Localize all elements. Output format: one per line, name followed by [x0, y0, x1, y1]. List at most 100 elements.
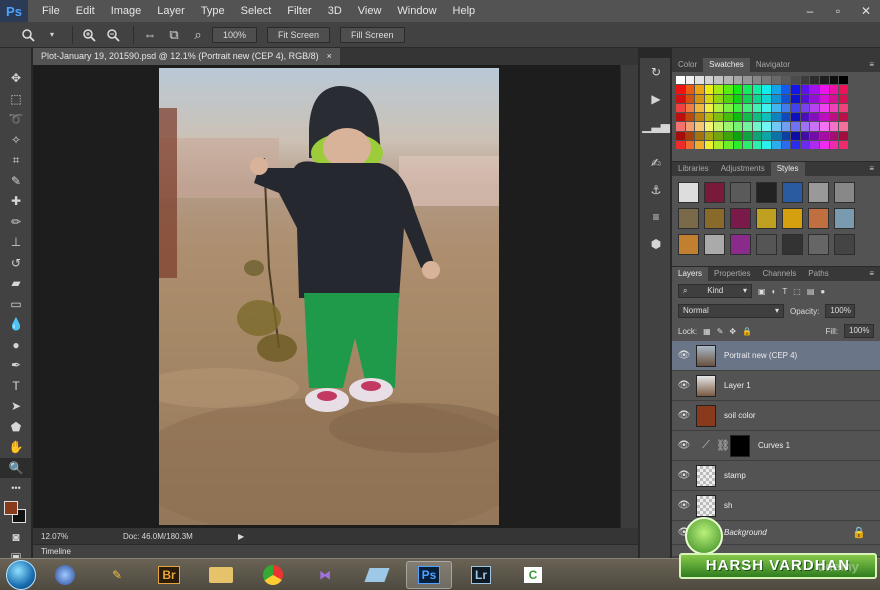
menu-layer[interactable]: Layer — [149, 0, 193, 22]
menu-file[interactable]: File — [34, 0, 68, 22]
more-tools-icon[interactable]: ••• — [0, 478, 32, 499]
style-preset[interactable] — [704, 234, 725, 255]
swatch[interactable] — [676, 131, 685, 141]
eraser-tool-icon[interactable]: ▰ — [0, 273, 32, 294]
swatch[interactable] — [685, 103, 695, 113]
swatch[interactable] — [839, 141, 848, 150]
swatch[interactable] — [800, 141, 810, 150]
visibility-eye-icon[interactable]: 👁 — [672, 410, 696, 421]
document-photo[interactable] — [159, 68, 499, 525]
swatch[interactable] — [714, 85, 723, 94]
paragraph-styles-icon[interactable]: ≡ — [640, 203, 672, 230]
swatch[interactable] — [800, 131, 810, 141]
tab-properties[interactable]: Properties — [708, 267, 756, 281]
clone-source-icon[interactable]: ⚓ — [640, 176, 672, 203]
swatch[interactable] — [752, 113, 762, 122]
bridge-app-icon[interactable]: Br — [146, 561, 192, 589]
swatch[interactable] — [771, 76, 781, 85]
lock-image-icon[interactable]: ✎ — [717, 327, 724, 336]
filter-type-icon[interactable]: T — [782, 287, 787, 296]
swatch[interactable] — [762, 76, 771, 85]
type-tool-icon[interactable]: T — [0, 376, 32, 397]
swatch[interactable] — [829, 113, 839, 122]
swatch[interactable] — [810, 94, 819, 103]
swatch[interactable] — [733, 94, 743, 103]
swatch[interactable] — [800, 122, 810, 131]
swatch[interactable] — [781, 131, 791, 141]
swatch[interactable] — [714, 94, 723, 103]
swatch[interactable] — [791, 113, 800, 122]
style-preset[interactable] — [808, 208, 829, 229]
zoom-tool-icon[interactable] — [18, 25, 38, 45]
swatch[interactable] — [791, 141, 800, 150]
style-preset[interactable] — [756, 182, 777, 203]
swatch[interactable] — [771, 141, 781, 150]
filter-toggle-icon[interactable]: ● — [820, 287, 825, 296]
zoom-all-windows-icon[interactable]: ⧉ — [164, 25, 184, 45]
blur-tool-icon[interactable]: 💧 — [0, 314, 32, 335]
swatch[interactable] — [819, 131, 829, 141]
swatch[interactable] — [781, 76, 791, 85]
swatch[interactable] — [695, 122, 704, 131]
swatch[interactable] — [714, 141, 723, 150]
hand-tool-icon[interactable]: ✋ — [0, 437, 32, 458]
tab-channels[interactable]: Channels — [756, 267, 802, 281]
swatch[interactable] — [685, 113, 695, 122]
quick-select-tool-icon[interactable]: ✧ — [0, 130, 32, 151]
swatch[interactable] — [791, 131, 800, 141]
swatch[interactable] — [714, 76, 723, 85]
swatch[interactable] — [762, 85, 771, 94]
swatch[interactable] — [819, 76, 829, 85]
swatch[interactable] — [839, 103, 848, 113]
blend-mode-select[interactable]: Normal ▾ — [678, 304, 784, 318]
style-preset[interactable] — [808, 234, 829, 255]
tab-color[interactable]: Color — [672, 58, 703, 72]
move-tool-icon[interactable]: ✥ — [0, 68, 32, 89]
swatch[interactable] — [829, 122, 839, 131]
menu-edit[interactable]: Edit — [68, 0, 103, 22]
fill-field[interactable]: 100% — [844, 324, 874, 338]
swatch[interactable] — [762, 113, 771, 122]
swatch[interactable] — [704, 122, 714, 131]
maximize-button[interactable]: ▫ — [824, 0, 852, 22]
foreground-color[interactable] — [4, 500, 18, 515]
menu-type[interactable]: Type — [193, 0, 233, 22]
path-selection-tool-icon[interactable]: ➤ — [0, 396, 32, 417]
3d-panel-icon[interactable]: ⬢ — [640, 230, 672, 257]
swatch[interactable] — [723, 94, 733, 103]
layer-row[interactable]: 👁 soil color — [672, 401, 880, 431]
swatch[interactable] — [676, 113, 685, 122]
eyedropper-tool-icon[interactable]: ✎ — [0, 171, 32, 192]
canvas-area[interactable] — [33, 65, 620, 528]
swatch[interactable] — [733, 122, 743, 131]
swatch[interactable] — [723, 76, 733, 85]
layer-row[interactable]: 👁 ⟋ ⛓ Curves 1 — [672, 431, 880, 461]
swatch[interactable] — [810, 131, 819, 141]
swatch[interactable] — [810, 122, 819, 131]
swatch[interactable] — [829, 131, 839, 141]
swatch[interactable] — [714, 131, 723, 141]
swatch[interactable] — [704, 113, 714, 122]
zoom-out-icon[interactable] — [103, 25, 123, 45]
zoom-in-icon[interactable] — [79, 25, 99, 45]
swatch[interactable] — [752, 122, 762, 131]
layer-kind-filter[interactable]: ⌕ Kind ▾ — [678, 284, 752, 298]
swatch[interactable] — [752, 85, 762, 94]
swatch[interactable] — [685, 131, 695, 141]
swatch[interactable] — [781, 85, 791, 94]
swatch[interactable] — [839, 122, 848, 131]
swatch[interactable] — [791, 76, 800, 85]
swatch[interactable] — [819, 113, 829, 122]
swatch[interactable] — [743, 94, 752, 103]
fit-screen-button[interactable]: Fit Screen — [267, 26, 331, 43]
swatch[interactable] — [771, 131, 781, 141]
menu-view[interactable]: View — [350, 0, 390, 22]
shape-tool-icon[interactable]: ⬟ — [0, 417, 32, 438]
style-preset[interactable] — [756, 208, 777, 229]
menu-help[interactable]: Help — [445, 0, 484, 22]
visibility-eye-icon[interactable]: 👁 — [672, 470, 696, 481]
swatch[interactable] — [695, 94, 704, 103]
swatch[interactable] — [676, 122, 685, 131]
visibility-eye-icon[interactable]: 👁 — [672, 380, 696, 391]
tool-app-icon[interactable]: ✎ — [94, 561, 140, 589]
